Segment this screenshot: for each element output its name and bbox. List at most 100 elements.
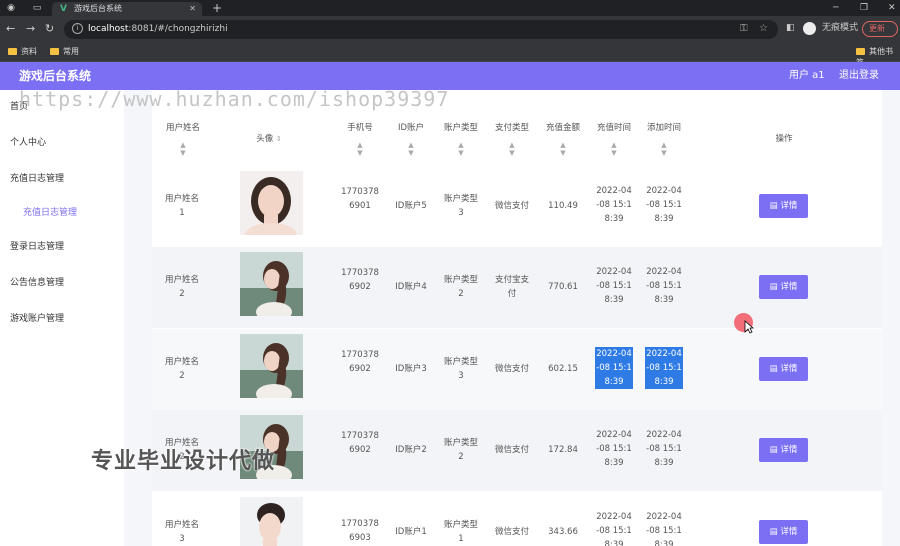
sort-icon[interactable]: ▲ ▼ xyxy=(507,141,517,157)
cell-account-type: 账户类型 3 xyxy=(443,357,478,381)
minimize-icon[interactable]: ─ xyxy=(833,1,838,15)
bookmark-folder-1[interactable]: 资料 xyxy=(8,46,37,57)
forward-icon[interactable]: → xyxy=(26,22,35,36)
bookmark-star-icon[interactable]: ☆ xyxy=(759,22,768,36)
maximize-icon[interactable]: ❐ xyxy=(860,1,868,15)
sort-icon[interactable]: ▲ ▼ xyxy=(659,141,669,157)
cell-pay-type: 微信支付 xyxy=(494,445,529,455)
detail-button[interactable]: ▤ 详情 xyxy=(759,194,808,218)
cell-name: 用户姓名 1 xyxy=(164,194,199,218)
cell-phone: 1770378 6902 xyxy=(341,431,379,455)
update-button[interactable]: 更新 xyxy=(862,21,898,37)
sidebar-item-personal-center[interactable]: 个人中心 xyxy=(10,137,46,149)
bookmark-folder-2[interactable]: 常用 xyxy=(50,46,79,57)
cell-phone: 1770378 6901 xyxy=(341,187,379,211)
sort-icon[interactable]: ▲ ▼ xyxy=(609,141,619,157)
document-icon: ▤ xyxy=(769,364,781,374)
cell-amount: 602.15 xyxy=(548,364,578,374)
cell-pay-type: 支付宝支 付 xyxy=(494,275,529,299)
promo-watermark: 专业毕业设计代做 xyxy=(91,449,276,474)
column-header-id-account[interactable]: ID账户 xyxy=(392,123,430,134)
cell-id-account: ID账户4 xyxy=(395,282,427,292)
browser-tab-bar: ◉ ▭ V 游戏后台系统 ✕ + ─ ❐ ✕ xyxy=(0,0,900,16)
table-row[interactable]: 用户姓名 3 1770378 6903 ID账户1 账户类型 1 微信支付 34… xyxy=(152,492,882,546)
cell-id-account: ID账户1 xyxy=(395,527,427,537)
user-label[interactable]: 用户 a1 xyxy=(789,70,825,82)
cell-name: 用户姓名 2 xyxy=(164,275,199,299)
column-header-phone[interactable]: 手机号 xyxy=(338,123,382,134)
bookmarks-bar: 资料 常用 其他书签 xyxy=(0,42,900,67)
key-icon[interactable]: ⚿ xyxy=(740,22,748,36)
sort-icon[interactable]: ▲ ▼ xyxy=(456,141,466,157)
cell-name: 用户姓名 3 xyxy=(164,520,199,544)
column-header-name[interactable]: 用户姓名 xyxy=(157,123,209,134)
address-url[interactable]: localhost:8081/#/chongzhirizhi xyxy=(88,23,228,36)
sidebar-panel-icon[interactable]: ◧ xyxy=(786,21,795,35)
cell-account-type: 账户类型 1 xyxy=(443,520,478,544)
incognito-avatar-icon[interactable] xyxy=(803,22,816,35)
app-title: 游戏后台系统 xyxy=(19,69,92,83)
new-tab-icon[interactable]: + xyxy=(212,1,222,15)
column-header-account-type[interactable]: 账户类型 xyxy=(439,123,483,134)
browser-menu-icon[interactable]: ◉ xyxy=(6,3,16,13)
sidebar-item-login-log[interactable]: 登录日志管理 xyxy=(10,241,64,253)
detail-button[interactable]: ▤ 详情 xyxy=(759,357,808,381)
detail-button[interactable]: ▤ 详情 xyxy=(759,438,808,462)
table-row[interactable]: 用户姓名 1 1770378 6901 ID账户5 账户类型 3 微信支付 11… xyxy=(152,166,882,247)
column-header-avatar[interactable]: 头像 ⇕ xyxy=(245,134,293,145)
cell-add-time: 2022-04 -08 15:1 8:39 xyxy=(646,430,682,468)
column-header-pay-type[interactable]: 支付类型 xyxy=(490,123,534,134)
cell-id-account: ID账户2 xyxy=(395,445,427,455)
cell-recharge-time: 2022-04 -08 15:1 8:39 xyxy=(596,267,632,305)
column-header-amount[interactable]: 充值金额 xyxy=(541,123,585,134)
sidebar-item-announcement[interactable]: 公告信息管理 xyxy=(10,277,64,289)
browser-tab[interactable]: V 游戏后台系统 ✕ xyxy=(52,2,202,16)
app-header: 游戏后台系统 用户 a1 退出登录 xyxy=(0,62,900,90)
profile-label[interactable]: 无痕模式 xyxy=(822,21,858,35)
cell-add-time: 2022-04 -08 15:1 8:39 xyxy=(646,512,682,546)
vue-logo-icon: V xyxy=(60,4,67,14)
cell-pay-type: 微信支付 xyxy=(494,364,529,374)
avatar-photo xyxy=(240,334,303,398)
back-icon[interactable]: ← xyxy=(6,22,15,36)
cell-account-type: 账户类型 3 xyxy=(443,194,478,218)
sort-icon[interactable]: ⇕ xyxy=(276,135,282,143)
folder-icon xyxy=(856,48,865,55)
logout-link[interactable]: 退出登录 xyxy=(839,70,879,82)
table-row[interactable]: 用户姓名 2 1770378 6902 ID账户4 账户类型 2 支付宝支 付 … xyxy=(152,247,882,328)
document-icon: ▤ xyxy=(769,527,781,537)
cell-pay-type: 微信支付 xyxy=(494,201,529,211)
sidebar-item-game-account[interactable]: 游戏账户管理 xyxy=(10,313,64,325)
table-row[interactable]: 用户姓名 2 1770378 6902 ID账户3 账户类型 3 微信支付 60… xyxy=(152,329,882,410)
sort-icon[interactable]: ▲ ▼ xyxy=(178,141,188,157)
cell-phone: 1770378 6903 xyxy=(341,519,379,543)
sort-icon[interactable]: ▲ ▼ xyxy=(558,141,568,157)
document-icon: ▤ xyxy=(769,282,781,292)
column-header-add-time[interactable]: 添加时间 xyxy=(642,123,686,134)
column-header-actions: 操作 xyxy=(775,134,793,144)
reload-icon[interactable]: ↻ xyxy=(45,22,54,36)
document-icon: ▤ xyxy=(769,201,781,211)
avatar-photo xyxy=(240,252,303,316)
window-close-icon[interactable]: ✕ xyxy=(888,1,896,15)
cell-amount: 770.61 xyxy=(548,282,578,292)
detail-button[interactable]: ▤ 详情 xyxy=(759,275,808,299)
cell-add-time: 2022-04 -08 15:1 8:39 xyxy=(646,186,682,224)
sidebar-subitem-recharge-log[interactable]: 充值日志管理 xyxy=(23,207,77,219)
sort-icon[interactable]: ▲ ▼ xyxy=(355,141,365,157)
tab-close-icon[interactable]: ✕ xyxy=(189,4,196,14)
column-header-recharge-time[interactable]: 充值时间 xyxy=(592,123,636,134)
avatar-photo xyxy=(240,171,303,235)
sidebar-item-recharge-log[interactable]: 充值日志管理 xyxy=(10,173,64,185)
tab-switcher-icon[interactable]: ▭ xyxy=(32,3,42,13)
detail-button[interactable]: ▤ 详情 xyxy=(759,520,808,544)
browser-toolbar: ← → ↻ i localhost:8081/#/chongzhirizhi ⚿… xyxy=(0,16,900,42)
sort-icon[interactable]: ▲ ▼ xyxy=(406,141,416,157)
avatar-photo xyxy=(240,497,303,546)
cell-phone: 1770378 6902 xyxy=(341,268,379,292)
cell-account-type: 账户类型 2 xyxy=(443,438,478,462)
address-bar[interactable]: i localhost:8081/#/chongzhirizhi ⚿ ☆ xyxy=(64,20,778,39)
cell-recharge-time: 2022-04 -08 15:1 8:39 xyxy=(596,186,632,224)
cell-add-time: 2022-04 -08 15:1 8:39 xyxy=(645,347,683,389)
site-info-icon[interactable]: i xyxy=(72,23,83,34)
